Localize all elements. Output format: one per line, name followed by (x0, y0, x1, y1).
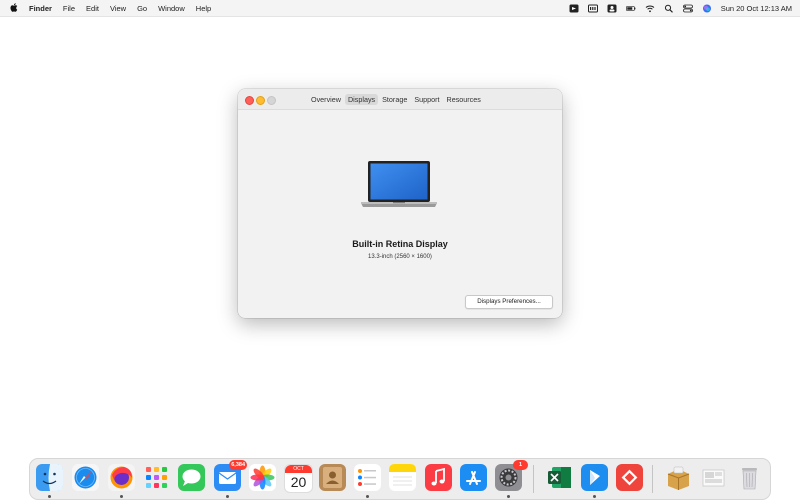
dock-calendar[interactable]: OCT 20 (284, 464, 313, 493)
messages-icon (178, 464, 205, 491)
menu-window[interactable]: Window (158, 4, 185, 13)
menubar-clock[interactable]: Sun 20 Oct 12:13 AM (721, 4, 792, 13)
menu-app-finder[interactable]: Finder (29, 4, 52, 13)
dock-separator-2 (652, 465, 653, 493)
macbook-display-icon (361, 161, 437, 207)
window-tabs: Overview Displays Storage Support Resour… (308, 94, 485, 105)
dock-firefox[interactable] (108, 464, 135, 491)
archive-box-icon (667, 466, 690, 490)
tab-storage[interactable]: Storage (379, 94, 410, 105)
menu-view[interactable]: View (110, 4, 126, 13)
about-this-mac-window: Overview Displays Storage Support Resour… (238, 89, 562, 318)
dock-photos[interactable] (249, 464, 276, 491)
safari-icon (72, 464, 99, 491)
display-spec: 13.3-inch (2560 × 1600) (368, 254, 432, 260)
mail-unread-badge: 6,384 (229, 460, 247, 470)
tab-displays[interactable]: Displays (344, 94, 379, 105)
window-titlebar[interactable]: Overview Displays Storage Support Resour… (238, 89, 562, 110)
battery-icon[interactable] (626, 4, 637, 13)
dock-excel[interactable] (546, 464, 573, 491)
siri-icon[interactable] (702, 4, 713, 13)
displays-preferences-button[interactable]: Displays Preferences... (465, 295, 553, 309)
dock-app-store[interactable] (460, 464, 487, 491)
dock-mail[interactable]: 6,384 (214, 460, 247, 491)
status-meter-icon[interactable] (588, 4, 599, 13)
excel-icon (548, 467, 571, 488)
calendar-day: 20 (290, 474, 307, 490)
spotlight-search-icon[interactable] (664, 4, 675, 13)
dock: 6,384 OCT 20 1 (29, 458, 771, 500)
apple-menu-icon[interactable] (10, 2, 18, 14)
menu-help[interactable]: Help (196, 4, 211, 13)
dock-archive-utility[interactable] (665, 464, 692, 491)
menu-file[interactable]: File (63, 4, 75, 13)
copilot-icon (581, 464, 608, 491)
dock-copilot[interactable] (581, 464, 608, 491)
tab-resources[interactable]: Resources (444, 94, 484, 105)
contacts-icon (319, 464, 346, 491)
dock-contacts[interactable] (319, 464, 346, 491)
anydesk-icon (616, 464, 643, 491)
dock-finder[interactable] (36, 464, 63, 491)
dock-safari[interactable] (72, 464, 99, 491)
system-preferences-badge: 1 (513, 460, 528, 470)
finder-icon (36, 464, 63, 491)
calendar-month: OCT (285, 465, 312, 473)
wifi-icon[interactable] (645, 4, 656, 13)
minimize-window-button[interactable] (256, 96, 265, 105)
menu-bar: Finder File Edit View Go Window Help Sun… (0, 0, 800, 17)
dock-preview[interactable] (700, 464, 727, 491)
dock-notes[interactable] (389, 464, 416, 491)
dock-reminders[interactable] (354, 464, 381, 491)
dock-launchpad[interactable] (143, 464, 170, 491)
zoom-window-button[interactable] (267, 96, 276, 105)
dock-anydesk[interactable] (616, 464, 643, 491)
control-center-icon[interactable] (683, 4, 694, 13)
firefox-icon (108, 464, 135, 491)
close-window-button[interactable] (245, 96, 254, 105)
photos-icon (249, 464, 276, 491)
menu-go[interactable]: Go (137, 4, 147, 13)
music-note-icon (425, 464, 452, 491)
dock-separator (533, 465, 534, 493)
menu-edit[interactable]: Edit (86, 4, 99, 13)
trash-icon (742, 468, 757, 490)
dock-music[interactable] (425, 464, 452, 491)
launchpad-grid-icon (146, 467, 167, 488)
document-preview-icon (702, 469, 725, 487)
tab-overview[interactable]: Overview (308, 94, 344, 105)
status-app-icon[interactable] (569, 4, 580, 13)
notes-icon (389, 464, 416, 491)
dock-messages[interactable] (178, 464, 205, 491)
display-name: Built-in Retina Display (352, 239, 448, 249)
reminders-icon (354, 464, 381, 491)
tab-support[interactable]: Support (411, 94, 442, 105)
status-user-icon[interactable] (607, 4, 618, 13)
dock-system-preferences[interactable]: 1 (495, 460, 528, 491)
dock-trash[interactable] (736, 464, 763, 491)
app-store-icon (460, 464, 487, 491)
